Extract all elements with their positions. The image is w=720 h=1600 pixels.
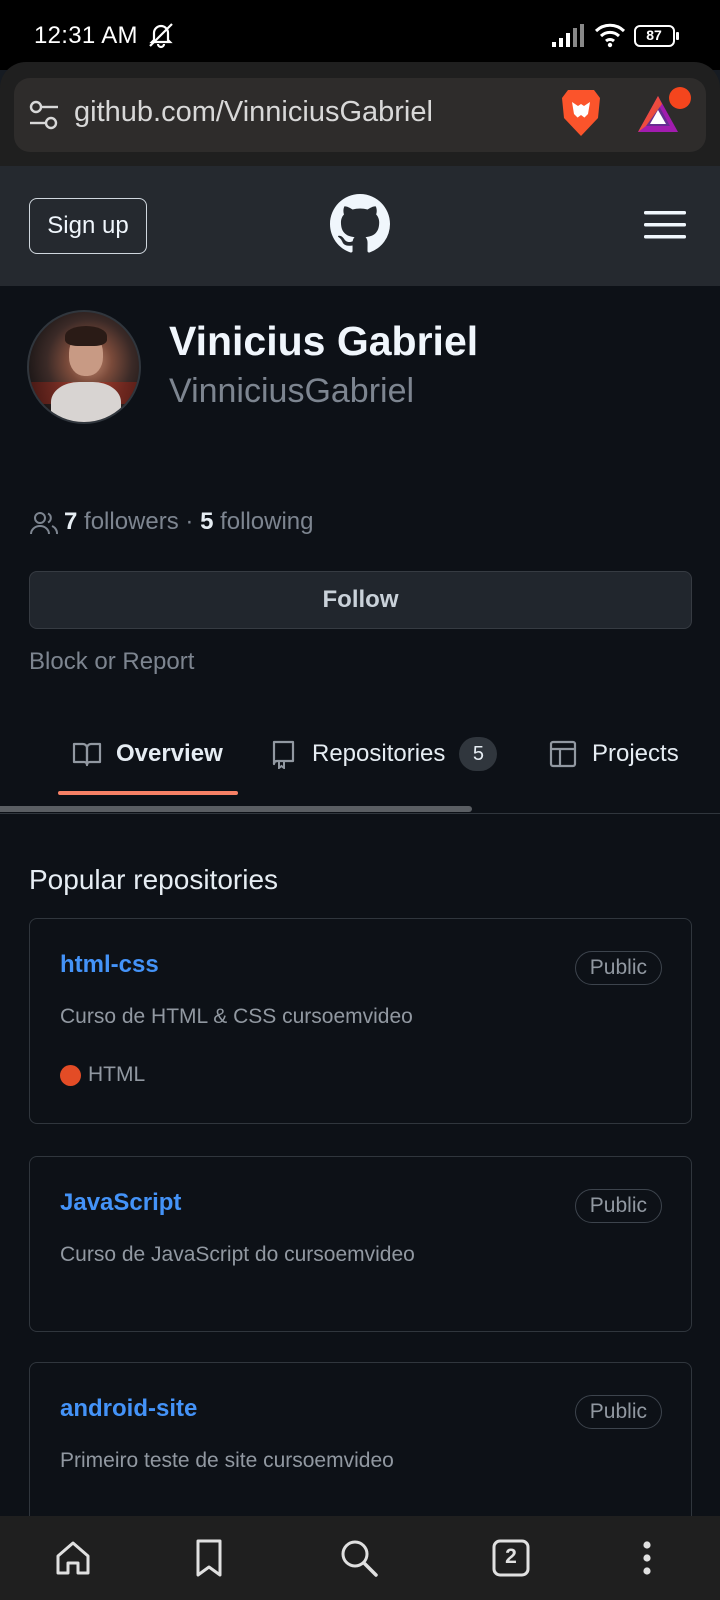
mute-icon [149,23,173,49]
status-time: 12:31 AM [34,22,138,49]
brave-rewards-icon[interactable] [636,86,694,138]
tabs-divider [0,813,720,814]
repo-card: JavaScript Public Curso de JavaScript do… [29,1156,692,1332]
repo-name-link[interactable]: html-css [60,951,159,979]
repo-description: Primeiro teste de site cursoemvideo [60,1449,394,1472]
repo-name-link[interactable]: android-site [60,1395,197,1423]
tab-projects[interactable]: Projects [548,732,679,776]
repo-card: html-css Public Curso de HTML & CSS curs… [29,918,692,1124]
visibility-badge: Public [574,1189,662,1223]
repo-description: Curso de HTML & CSS cursoemvideo [60,1005,413,1028]
profile-name: Vinicius Gabriel [169,318,479,364]
url-text[interactable]: github.com/VinniciusGabriel [74,96,433,129]
signup-button[interactable]: Sign up [29,198,147,254]
language-color-dot [60,1064,81,1086]
wifi-icon [594,23,626,48]
site-settings-icon[interactable] [29,98,59,132]
follow-stats: 7 followers · 5 following [64,508,314,536]
block-report-link[interactable]: Block or Report [29,648,194,676]
repo-name-link[interactable]: JavaScript [60,1189,181,1217]
signal-icon [552,24,584,47]
tab-repositories[interactable]: Repositories 5 [268,732,498,776]
follow-separator: · [185,508,194,535]
tab-repositories-label: Repositories [312,740,446,767]
bookmark-icon[interactable] [188,1537,230,1579]
tab-projects-label: Projects [592,740,679,767]
tab-overview-label: Overview [116,740,223,767]
visibility-badge: Public [574,951,662,985]
repo-icon [272,740,295,769]
home-icon[interactable] [52,1537,94,1579]
profile-username: VinniciusGabriel [169,372,415,410]
hamburger-menu-icon[interactable] [644,210,686,240]
brave-shield-icon[interactable] [558,88,604,138]
more-icon[interactable] [626,1537,668,1579]
tab-overview[interactable]: Overview [72,732,223,776]
tab-count[interactable]: 2 [490,1545,532,1569]
avatar [27,310,141,424]
people-icon [30,512,58,535]
following-count[interactable]: 5 [200,508,213,535]
table-icon [549,740,577,768]
repo-description: Curso de JavaScript do cursoemvideo [60,1243,415,1266]
github-logo-icon[interactable] [330,194,390,254]
repositories-count-badge: 5 [459,737,498,771]
followers-label[interactable]: followers [84,508,179,535]
tab-selected-underline [58,791,238,795]
book-icon [72,742,102,767]
tabs-scrollbar[interactable] [0,806,472,812]
followers-count[interactable]: 7 [64,508,77,535]
following-label[interactable]: following [220,508,313,535]
repo-language: HTML [60,1063,145,1087]
battery-level: 87 [646,27,662,43]
search-icon[interactable] [338,1537,380,1579]
repo-language-label: HTML [88,1063,146,1086]
follow-button[interactable]: Follow [29,571,692,629]
profile-tabs: Overview Repositories 5 Projects [0,710,720,814]
page: 12:31 AM 87 github.com/VinniciusGabriel [0,0,720,1600]
popular-repositories-title: Popular repositories [29,864,279,895]
visibility-badge: Public [574,1395,662,1429]
